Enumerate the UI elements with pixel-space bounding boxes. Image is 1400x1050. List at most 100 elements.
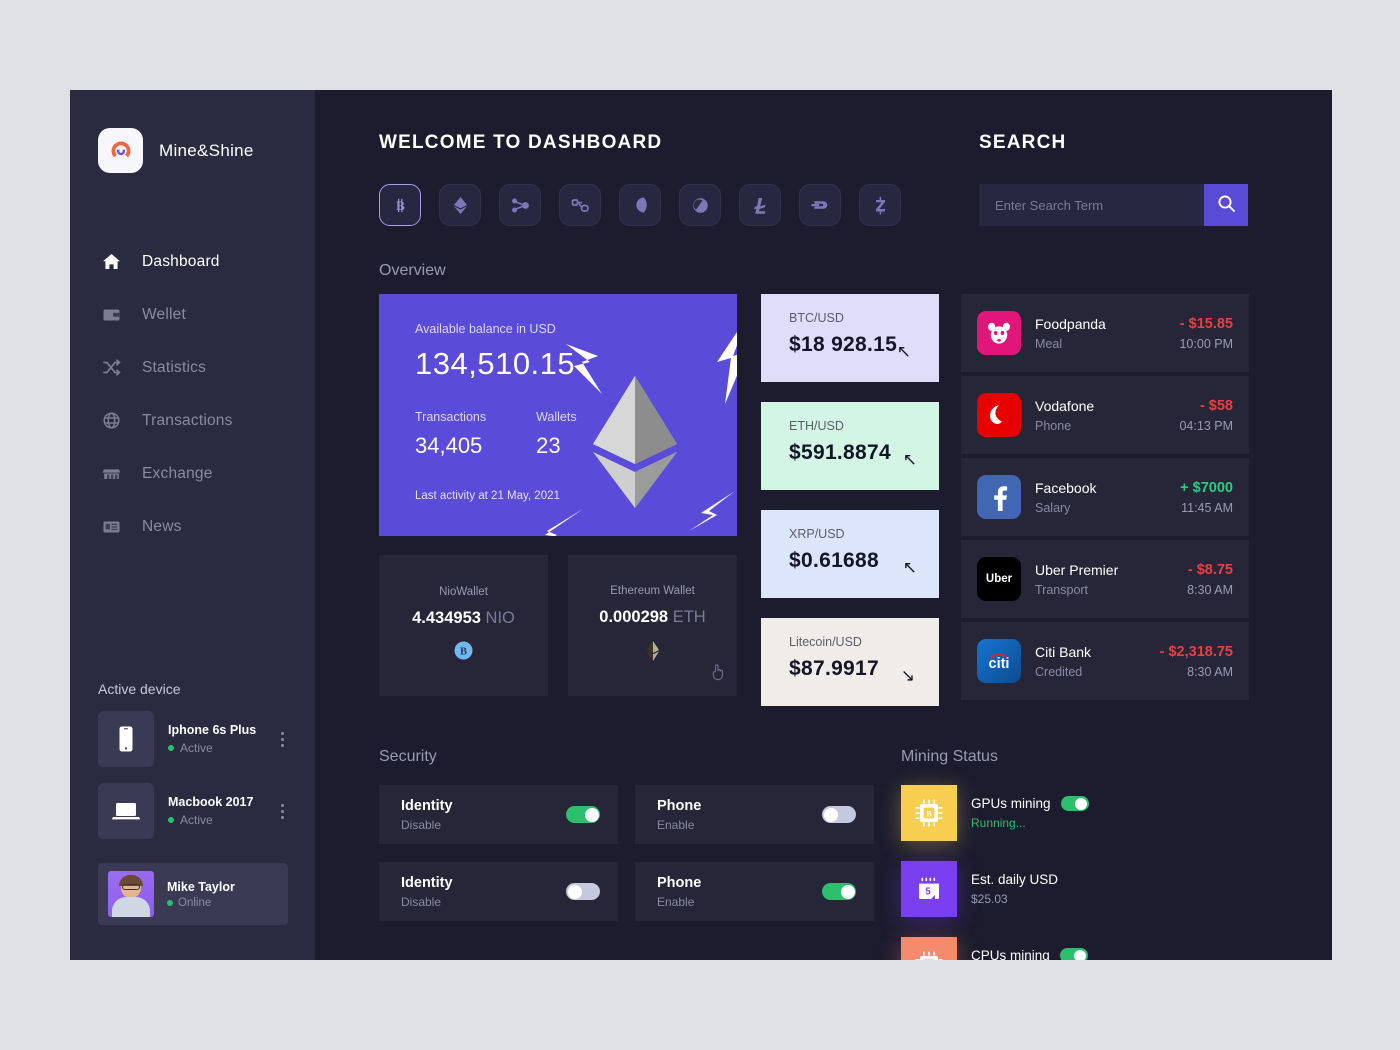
price-value: $18 928.15 [789,333,898,356]
coin-button-dash[interactable] [799,184,841,226]
transaction-name: Foodpanda [1035,315,1106,332]
transaction-row[interactable]: Facebook Salary + $7000 11:45 AM [961,458,1249,536]
transaction-category: Phone [1035,418,1072,433]
transaction-list: Foodpanda Meal - $15.85 10:00 PM Vodafon… [961,294,1249,706]
device-menu-button[interactable] [277,800,288,823]
transaction-row[interactable]: Foodpanda Meal - $15.85 10:00 PM [961,294,1249,372]
sidebar-item-transactions[interactable]: Transactions [70,394,315,447]
security-toggle[interactable] [566,806,600,823]
device-item-macbook[interactable]: Macbook 2017 Active [98,783,288,839]
facebook-logo [977,475,1021,519]
transaction-category: Credited [1035,664,1083,679]
coin-button-ripple[interactable] [499,184,541,226]
security-heading: Security [379,748,437,765]
brand[interactable]: Mine&Shine [70,128,315,173]
price-card-xrp[interactable]: XRP/USD $0.61688 ↖ [761,510,939,598]
coin-button-nano[interactable] [619,184,661,226]
main-content: WELCOME TO DASHBOARD B SEARCH Enter Sear… [315,90,1332,960]
wallet-card-ethereum[interactable]: Ethereum Wallet 0.000298 ETH [568,555,737,696]
device-menu-button[interactable] [277,728,288,751]
price-card-btc[interactable]: BTC/USD $18 928.15 ↖ [761,294,939,382]
wallet-value: 0.000298 [599,607,669,626]
balance-card: Available balance in USD 134,510.15 Tran… [379,294,737,536]
security-toggle[interactable] [822,806,856,823]
security-card-phone-2[interactable]: Phone Enable [635,862,874,921]
sidebar-item-dashboard[interactable]: Dashboard [70,235,315,288]
sidebar-item-statistics[interactable]: Statistics [70,341,315,394]
security-toggle[interactable] [566,883,600,900]
transactions-label: Transactions [415,410,487,424]
balance-label: Available balance in USD [415,322,556,336]
calendar-icon: 5 [901,861,957,917]
search-input[interactable] [979,184,1204,226]
coin-button-bitcoin[interactable]: B [379,184,421,226]
trend-up-icon: ↖ [902,450,917,469]
transaction-row[interactable]: citi Citi Bank Credited - $2,318.75 8:30… [961,622,1249,700]
sidebar-item-exchange[interactable]: Exchange [70,447,315,500]
security-state: Disable [401,817,442,832]
svg-text:B: B [460,647,467,658]
device-name: Iphone 6s Plus [168,723,257,737]
mining-toggle[interactable] [1059,948,1088,960]
security-toggle[interactable] [822,883,856,900]
price-card-litecoin[interactable]: Litecoin/USD $87.9917 ↘ [761,618,939,706]
transaction-amount: - $8.75 [1187,561,1233,578]
mining-toggle[interactable] [1060,796,1089,811]
device-item-iphone[interactable]: Iphone 6s Plus Active [98,711,288,767]
search-icon [1217,194,1236,216]
mining-cell-cpu[interactable]: CPUs mining Running... [901,937,1094,960]
ethereum-coin-icon [646,640,660,667]
sidebar-item-label: Statistics [142,358,207,376]
transaction-name: Citi Bank [1035,643,1092,660]
security-state: Enable [657,894,695,909]
transaction-time: 10:00 PM [1179,336,1233,351]
mining-cell-est-1[interactable]: 5 Est. daily USD $25.03 [901,861,1094,917]
news-icon [100,516,122,538]
svg-text:B: B [926,808,932,818]
status-dot [168,745,174,751]
transaction-amount: + $7000 [1180,479,1233,496]
user-card[interactable]: Mike Taylor Online [98,863,288,925]
coin-button-litecoin[interactable] [739,184,781,226]
active-device-heading: Active device [98,681,181,697]
mining-status: $25.03 [971,892,1008,906]
sidebar-item-news[interactable]: News [70,500,315,553]
mining-section: Mining Status B GPUs mining Running... 5… [884,748,1288,960]
dashboard-window: Mine&Shine Dashboard Wellet Statistics T… [70,90,1332,960]
transaction-category: Transport [1035,582,1089,597]
transaction-name: Vodafone [1035,397,1095,414]
wallet-title: NioWallet [439,586,488,598]
coin-button-ethereum[interactable] [439,184,481,226]
home-icon [100,251,122,273]
transaction-time: 11:45 AM [1181,500,1233,515]
sidebar-item-wellet[interactable]: Wellet [70,288,315,341]
security-card-identity-1[interactable]: Identity Disable [379,785,618,844]
sidebar-nav: Dashboard Wellet Statistics Transactions [70,235,315,553]
search-button[interactable] [1204,184,1248,226]
transaction-row[interactable]: Vodafone Phone - $58 04:13 PM [961,376,1249,454]
trend-up-icon: ↖ [902,558,917,577]
transaction-name: Uber Premier [1035,561,1119,578]
trend-up-icon: ↖ [896,342,911,361]
coin-button-chainlink[interactable] [559,184,601,226]
mining-cell-gpu[interactable]: B GPUs mining Running... [901,785,1094,841]
security-card-phone-1[interactable]: Phone Enable [635,785,874,844]
price-pair: XRP/USD [789,527,845,541]
price-pair: Litecoin/USD [789,635,862,649]
mineshine-logo-icon [98,128,143,173]
svg-text:B: B [396,198,405,213]
device-status: Active [168,813,263,827]
citi-logo: citi [977,639,1021,683]
wallet-card-nio[interactable]: NioWallet 4.434953 NIO B [379,555,548,696]
price-card-eth[interactable]: ETH/USD $591.8874 ↖ [761,402,939,490]
coin-button-zcash[interactable] [859,184,901,226]
svg-text:citi: citi [989,656,1010,672]
transaction-amount: - $58 [1199,397,1233,414]
transaction-row[interactable]: Uber Uber Premier Transport - $8.75 8:30… [961,540,1249,618]
bitcoin-coin-icon: B [454,641,473,665]
status-dot [167,899,173,906]
coin-button-maker[interactable] [679,184,721,226]
mining-title: CPUs mining [971,948,1050,960]
security-card-identity-2[interactable]: Identity Disable [379,862,618,921]
security-section: Security Identity Disable Phone Enable I… [379,748,884,960]
